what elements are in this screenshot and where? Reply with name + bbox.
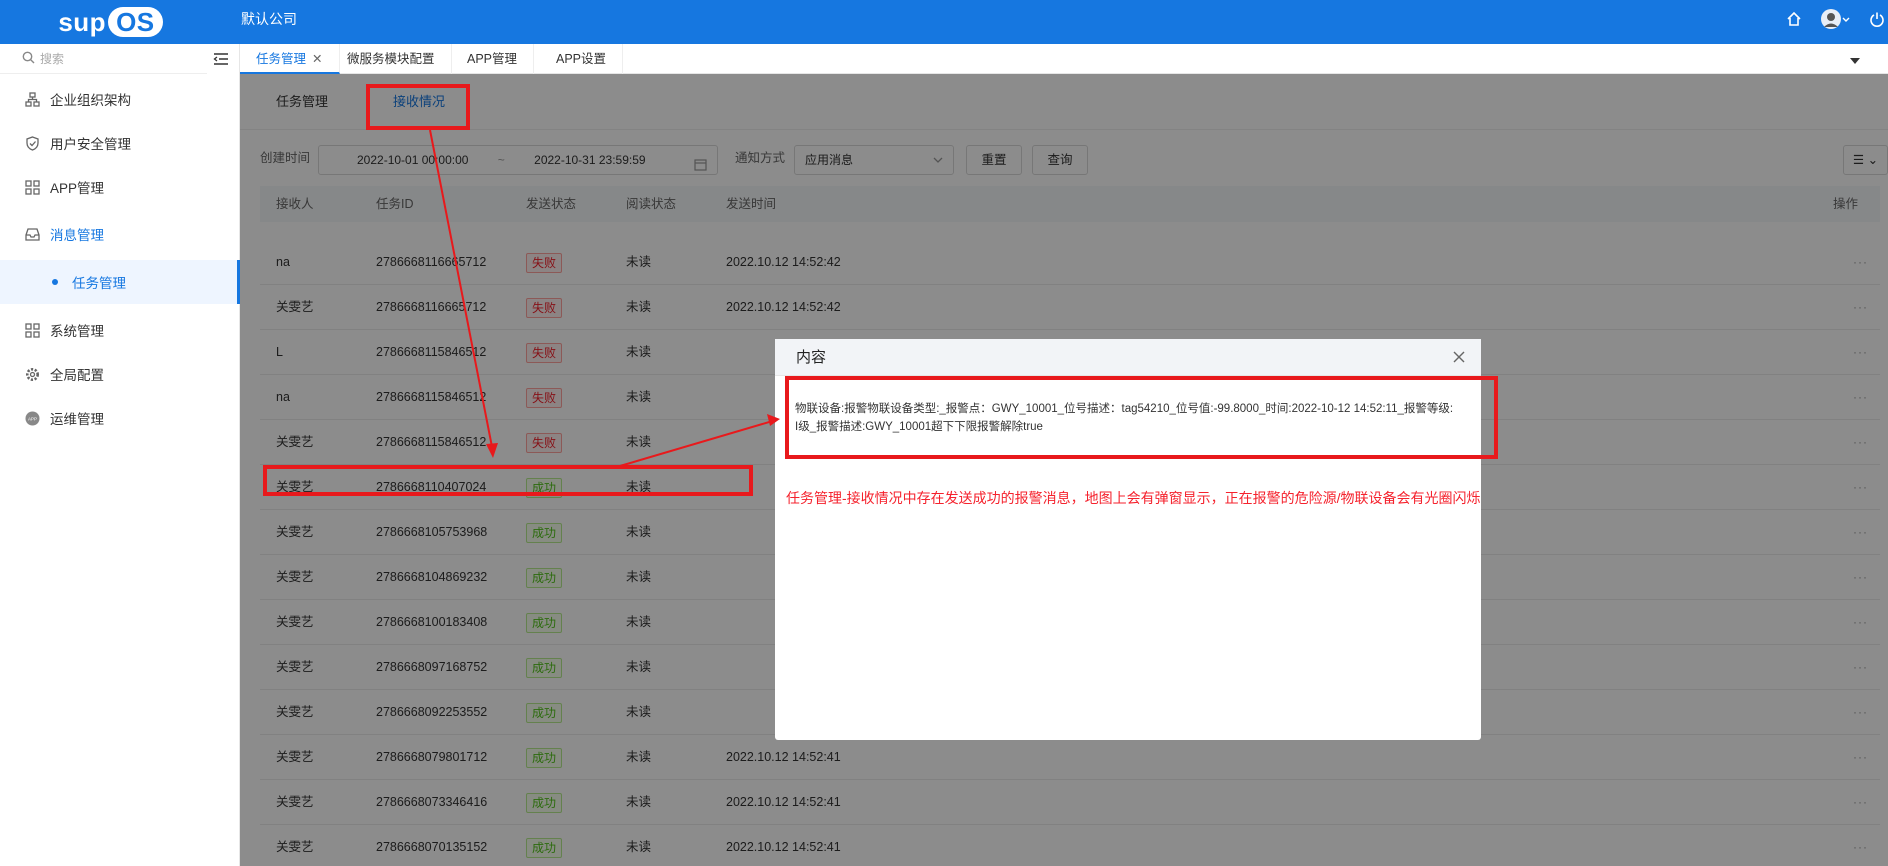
sidebar-item-label: 运维管理 bbox=[50, 412, 104, 427]
sidebar-item-global-config[interactable]: 全局配置 bbox=[0, 352, 240, 396]
tab-app-management[interactable]: APP管理 bbox=[451, 44, 535, 74]
tab-task-management[interactable]: 任务管理 ✕ bbox=[240, 44, 340, 74]
modal-content-line: I级_报警描述:GWY_10001超下下限报警解除true bbox=[795, 421, 1043, 433]
sidebar-item-label: 系统管理 bbox=[50, 324, 104, 339]
tab-app-settings[interactable]: APP设置 bbox=[540, 44, 624, 74]
sidebar-item-task-management[interactable]: 任务管理 bbox=[0, 260, 240, 304]
supos-logo[interactable]: sup OS bbox=[0, 0, 221, 44]
content-modal: 内容 物联设备:报警物联设备类型:_报警点：GWY_10001_位号描述：tag… bbox=[775, 339, 1481, 740]
sidebar-item-label: 任务管理 bbox=[72, 276, 126, 291]
modal-content: 物联设备:报警物联设备类型:_报警点：GWY_10001_位号描述：tag542… bbox=[795, 400, 1463, 436]
top-header: sup OS 默认公司 bbox=[0, 0, 1888, 44]
sidebar-item-label: APP管理 bbox=[50, 181, 105, 196]
tab-microservice-config[interactable]: 微服务模块配置 bbox=[331, 44, 452, 74]
sidebar-item-label: 用户安全管理 bbox=[50, 137, 131, 152]
user-avatar-icon[interactable] bbox=[1820, 8, 1850, 30]
page-tabs: 任务管理 ✕ 微服务模块配置 APP管理 APP设置 bbox=[240, 44, 1888, 74]
sidebar-item-message[interactable]: 消息管理 bbox=[0, 212, 240, 256]
annotation-note: 任务管理-接收情况中存在发送成功的报警消息，地图上会有弹窗显示，正在报警的危险源… bbox=[786, 490, 1481, 506]
sidebar-item-user-security[interactable]: 用户安全管理 bbox=[0, 121, 240, 165]
sidebar-item-system[interactable]: 系统管理 bbox=[0, 308, 240, 352]
search-icon bbox=[22, 51, 35, 67]
sidebar-search[interactable]: 搜索 bbox=[0, 44, 207, 74]
svg-text:APP: APP bbox=[27, 416, 36, 421]
org-tree-icon bbox=[24, 91, 40, 107]
grid-icon bbox=[24, 322, 40, 338]
dot-icon bbox=[52, 279, 58, 285]
modal-title: 内容 bbox=[796, 349, 827, 366]
modal-header: 内容 bbox=[775, 339, 1481, 376]
shield-icon bbox=[24, 135, 40, 151]
app-icon: APP bbox=[24, 410, 40, 426]
logo-text: sup OS bbox=[58, 6, 163, 38]
grid-icon bbox=[24, 179, 40, 195]
home-icon[interactable] bbox=[1783, 8, 1805, 30]
inbox-icon bbox=[24, 226, 40, 242]
gear-icon bbox=[24, 366, 40, 382]
sidebar-item-label: 企业组织架构 bbox=[50, 93, 131, 108]
close-icon[interactable] bbox=[1451, 349, 1467, 365]
close-icon[interactable]: ✕ bbox=[312, 52, 322, 66]
caret-down-icon[interactable] bbox=[1850, 54, 1860, 68]
sidebar-item-label: 消息管理 bbox=[50, 228, 104, 243]
search-input[interactable]: 搜索 bbox=[40, 50, 64, 67]
modal-content-line: 物联设备:报警物联设备类型:_报警点：GWY_10001_位号描述：tag542… bbox=[795, 403, 1454, 415]
company-name[interactable]: 默认公司 bbox=[241, 0, 297, 38]
sidebar-item-ops[interactable]: APP 运维管理 bbox=[0, 396, 240, 440]
power-icon[interactable] bbox=[1866, 8, 1888, 30]
sidebar-item-app[interactable]: APP管理 bbox=[0, 165, 240, 209]
sidebar: 搜索 企业组织架构 用户安全管理 APP管理 消息管理 任务管理 系统管理 全局… bbox=[0, 44, 240, 866]
sidebar-item-org[interactable]: 企业组织架构 bbox=[0, 77, 240, 121]
sidebar-item-label: 全局配置 bbox=[50, 368, 104, 383]
app-root: sup OS 默认公司 搜索 企业组织架构 用户安全管理 APP管理 消息管理 … bbox=[0, 0, 1888, 866]
collapse-menu-icon[interactable] bbox=[213, 52, 229, 66]
